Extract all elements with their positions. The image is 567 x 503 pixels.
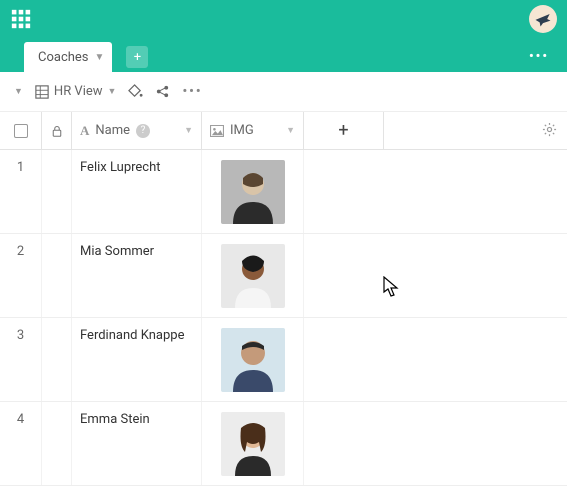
chevron-down-icon: ▼ bbox=[108, 86, 117, 97]
user-avatar[interactable] bbox=[529, 5, 557, 33]
lock-icon bbox=[51, 125, 63, 137]
header-lock-cell bbox=[42, 112, 72, 149]
cell-name[interactable]: Mia Sommer bbox=[72, 234, 202, 317]
table-settings-button[interactable] bbox=[542, 122, 557, 141]
header-img-cell[interactable]: IMG ▼ bbox=[202, 112, 304, 149]
chevron-down-icon[interactable]: ▼ bbox=[286, 125, 295, 136]
row-lock-cell bbox=[42, 234, 72, 317]
more-icon: ••• bbox=[182, 84, 202, 99]
image-type-icon bbox=[210, 125, 224, 137]
cell-name[interactable]: Felix Luprecht bbox=[72, 150, 202, 233]
cell-name[interactable]: Emma Stein bbox=[72, 402, 202, 485]
toolbar: ▼ HR View ▼ ••• bbox=[0, 72, 567, 112]
cell-img[interactable] bbox=[202, 150, 304, 233]
paint-button[interactable] bbox=[128, 84, 143, 99]
add-column-button[interactable]: + bbox=[304, 112, 384, 149]
row-lock-cell bbox=[42, 318, 72, 401]
table-header: A Name ? ▼ IMG ▼ + bbox=[0, 112, 567, 150]
tab-more-button[interactable]: ••• bbox=[529, 49, 549, 64]
text-type-icon: A bbox=[80, 123, 89, 139]
header-name-cell[interactable]: A Name ? ▼ bbox=[72, 112, 202, 149]
toolbar-more-button[interactable]: ••• bbox=[182, 84, 202, 99]
table-row[interactable]: 1 Felix Luprecht bbox=[0, 150, 567, 234]
cell-img[interactable] bbox=[202, 318, 304, 401]
row-number: 3 bbox=[0, 318, 42, 401]
add-tab-button[interactable]: + bbox=[126, 46, 148, 68]
row-number: 2 bbox=[0, 234, 42, 317]
view-label: HR View bbox=[54, 84, 103, 99]
tab-label: Coaches bbox=[38, 50, 89, 65]
cell-name[interactable]: Ferdinand Knappe bbox=[72, 318, 202, 401]
person-thumbnail bbox=[221, 328, 285, 392]
header-checkbox-cell[interactable] bbox=[0, 112, 42, 149]
chevron-down-icon: ▼ bbox=[95, 52, 105, 63]
tab-coaches[interactable]: Coaches ▼ bbox=[24, 42, 112, 72]
plus-icon: + bbox=[338, 120, 348, 141]
table-row[interactable]: 4 Emma Stein bbox=[0, 402, 567, 486]
share-icon bbox=[155, 84, 170, 99]
cell-img[interactable] bbox=[202, 234, 304, 317]
grid-view-icon bbox=[35, 85, 49, 99]
table-row[interactable]: 2 Mia Sommer bbox=[0, 234, 567, 318]
row-lock-cell bbox=[42, 150, 72, 233]
table-row[interactable]: 3 Ferdinand Knappe bbox=[0, 318, 567, 402]
plus-icon: + bbox=[134, 50, 141, 65]
chevron-down-icon[interactable]: ▼ bbox=[184, 125, 193, 136]
select-all-checkbox[interactable] bbox=[14, 124, 28, 138]
column-label: IMG bbox=[230, 123, 254, 138]
chevron-down-icon: ▼ bbox=[14, 86, 23, 97]
table-body: 1 Felix Luprecht 2 Mia Sommer 3 Ferdinan… bbox=[0, 150, 567, 486]
gear-icon bbox=[542, 122, 557, 137]
row-number: 1 bbox=[0, 150, 42, 233]
paint-bucket-icon bbox=[128, 84, 143, 99]
row-lock-cell bbox=[42, 402, 72, 485]
top-bar bbox=[0, 0, 567, 38]
person-thumbnail bbox=[221, 244, 285, 308]
apps-grid-icon[interactable] bbox=[10, 8, 32, 30]
row-number: 4 bbox=[0, 402, 42, 485]
person-thumbnail bbox=[221, 160, 285, 224]
view-selector[interactable]: HR View ▼ bbox=[35, 84, 117, 99]
person-thumbnail bbox=[221, 412, 285, 476]
help-icon[interactable]: ? bbox=[136, 124, 150, 138]
share-button[interactable] bbox=[155, 84, 170, 99]
column-label: Name bbox=[95, 123, 130, 138]
tab-bar: Coaches ▼ + ••• bbox=[0, 38, 567, 72]
more-icon: ••• bbox=[529, 49, 549, 64]
collapse-button[interactable]: ▼ bbox=[14, 86, 23, 97]
cell-img[interactable] bbox=[202, 402, 304, 485]
